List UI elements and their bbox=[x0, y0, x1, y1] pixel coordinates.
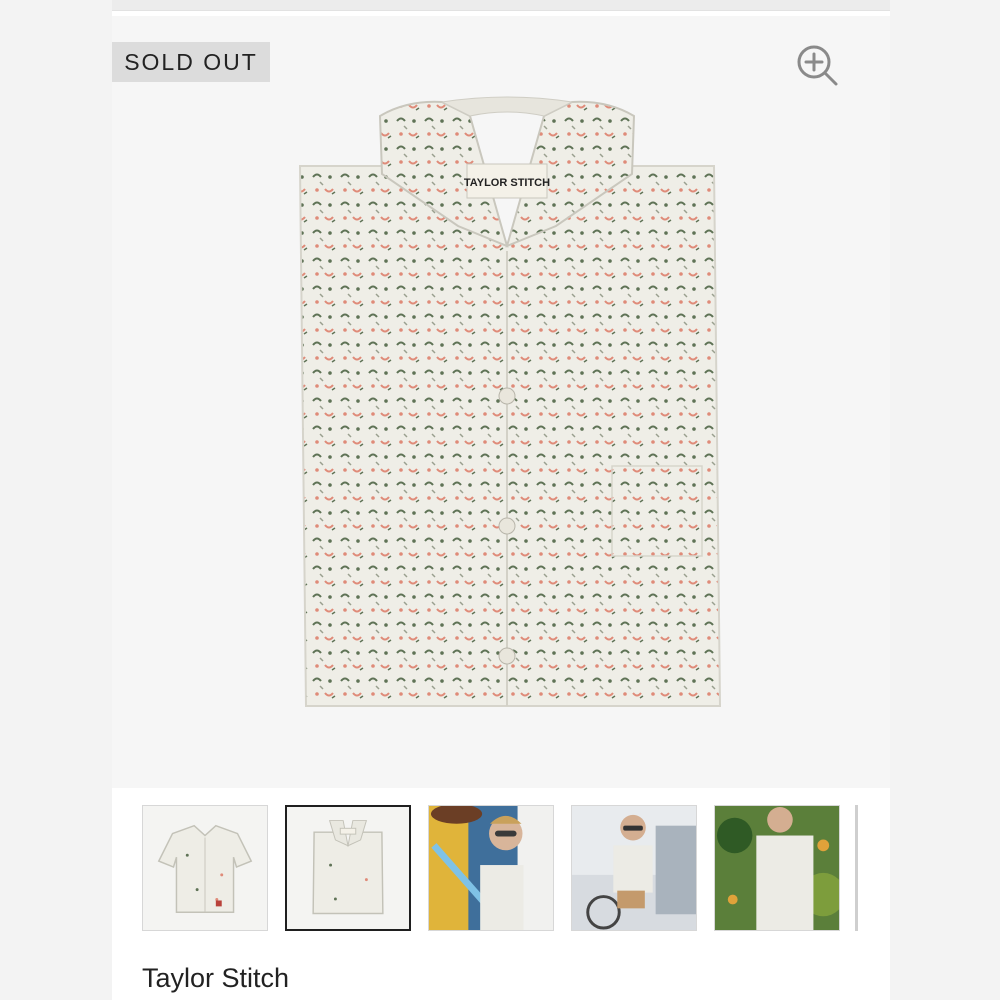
next-thumbnail-edge bbox=[855, 805, 858, 931]
left-gutter bbox=[0, 0, 112, 1000]
sold-out-badge: SOLD OUT bbox=[112, 42, 270, 82]
thumbnail-shirt-folded[interactable] bbox=[285, 805, 411, 931]
thumbnail-strip bbox=[142, 805, 890, 933]
thumbnail-model-riding[interactable] bbox=[571, 805, 697, 931]
thumbnail-model-bike[interactable] bbox=[428, 805, 554, 931]
product-image-viewer[interactable]: SOLD OUT TAYLOR STITCH bbox=[112, 16, 890, 788]
top-bar bbox=[112, 0, 890, 11]
thumbnail-shirt-flat[interactable] bbox=[142, 805, 268, 931]
product-card: SOLD OUT TAYLOR STITCH Taylor Stitch bbox=[112, 0, 890, 1000]
zoom-in-icon[interactable] bbox=[796, 44, 842, 90]
brand-label-text: TAYLOR STITCH bbox=[464, 177, 550, 189]
brand-name: Taylor Stitch bbox=[142, 963, 290, 993]
right-gutter bbox=[890, 0, 1000, 1000]
thumbnail-model-side[interactable] bbox=[714, 805, 840, 931]
folded-shirt-image: TAYLOR STITCH bbox=[282, 86, 732, 726]
